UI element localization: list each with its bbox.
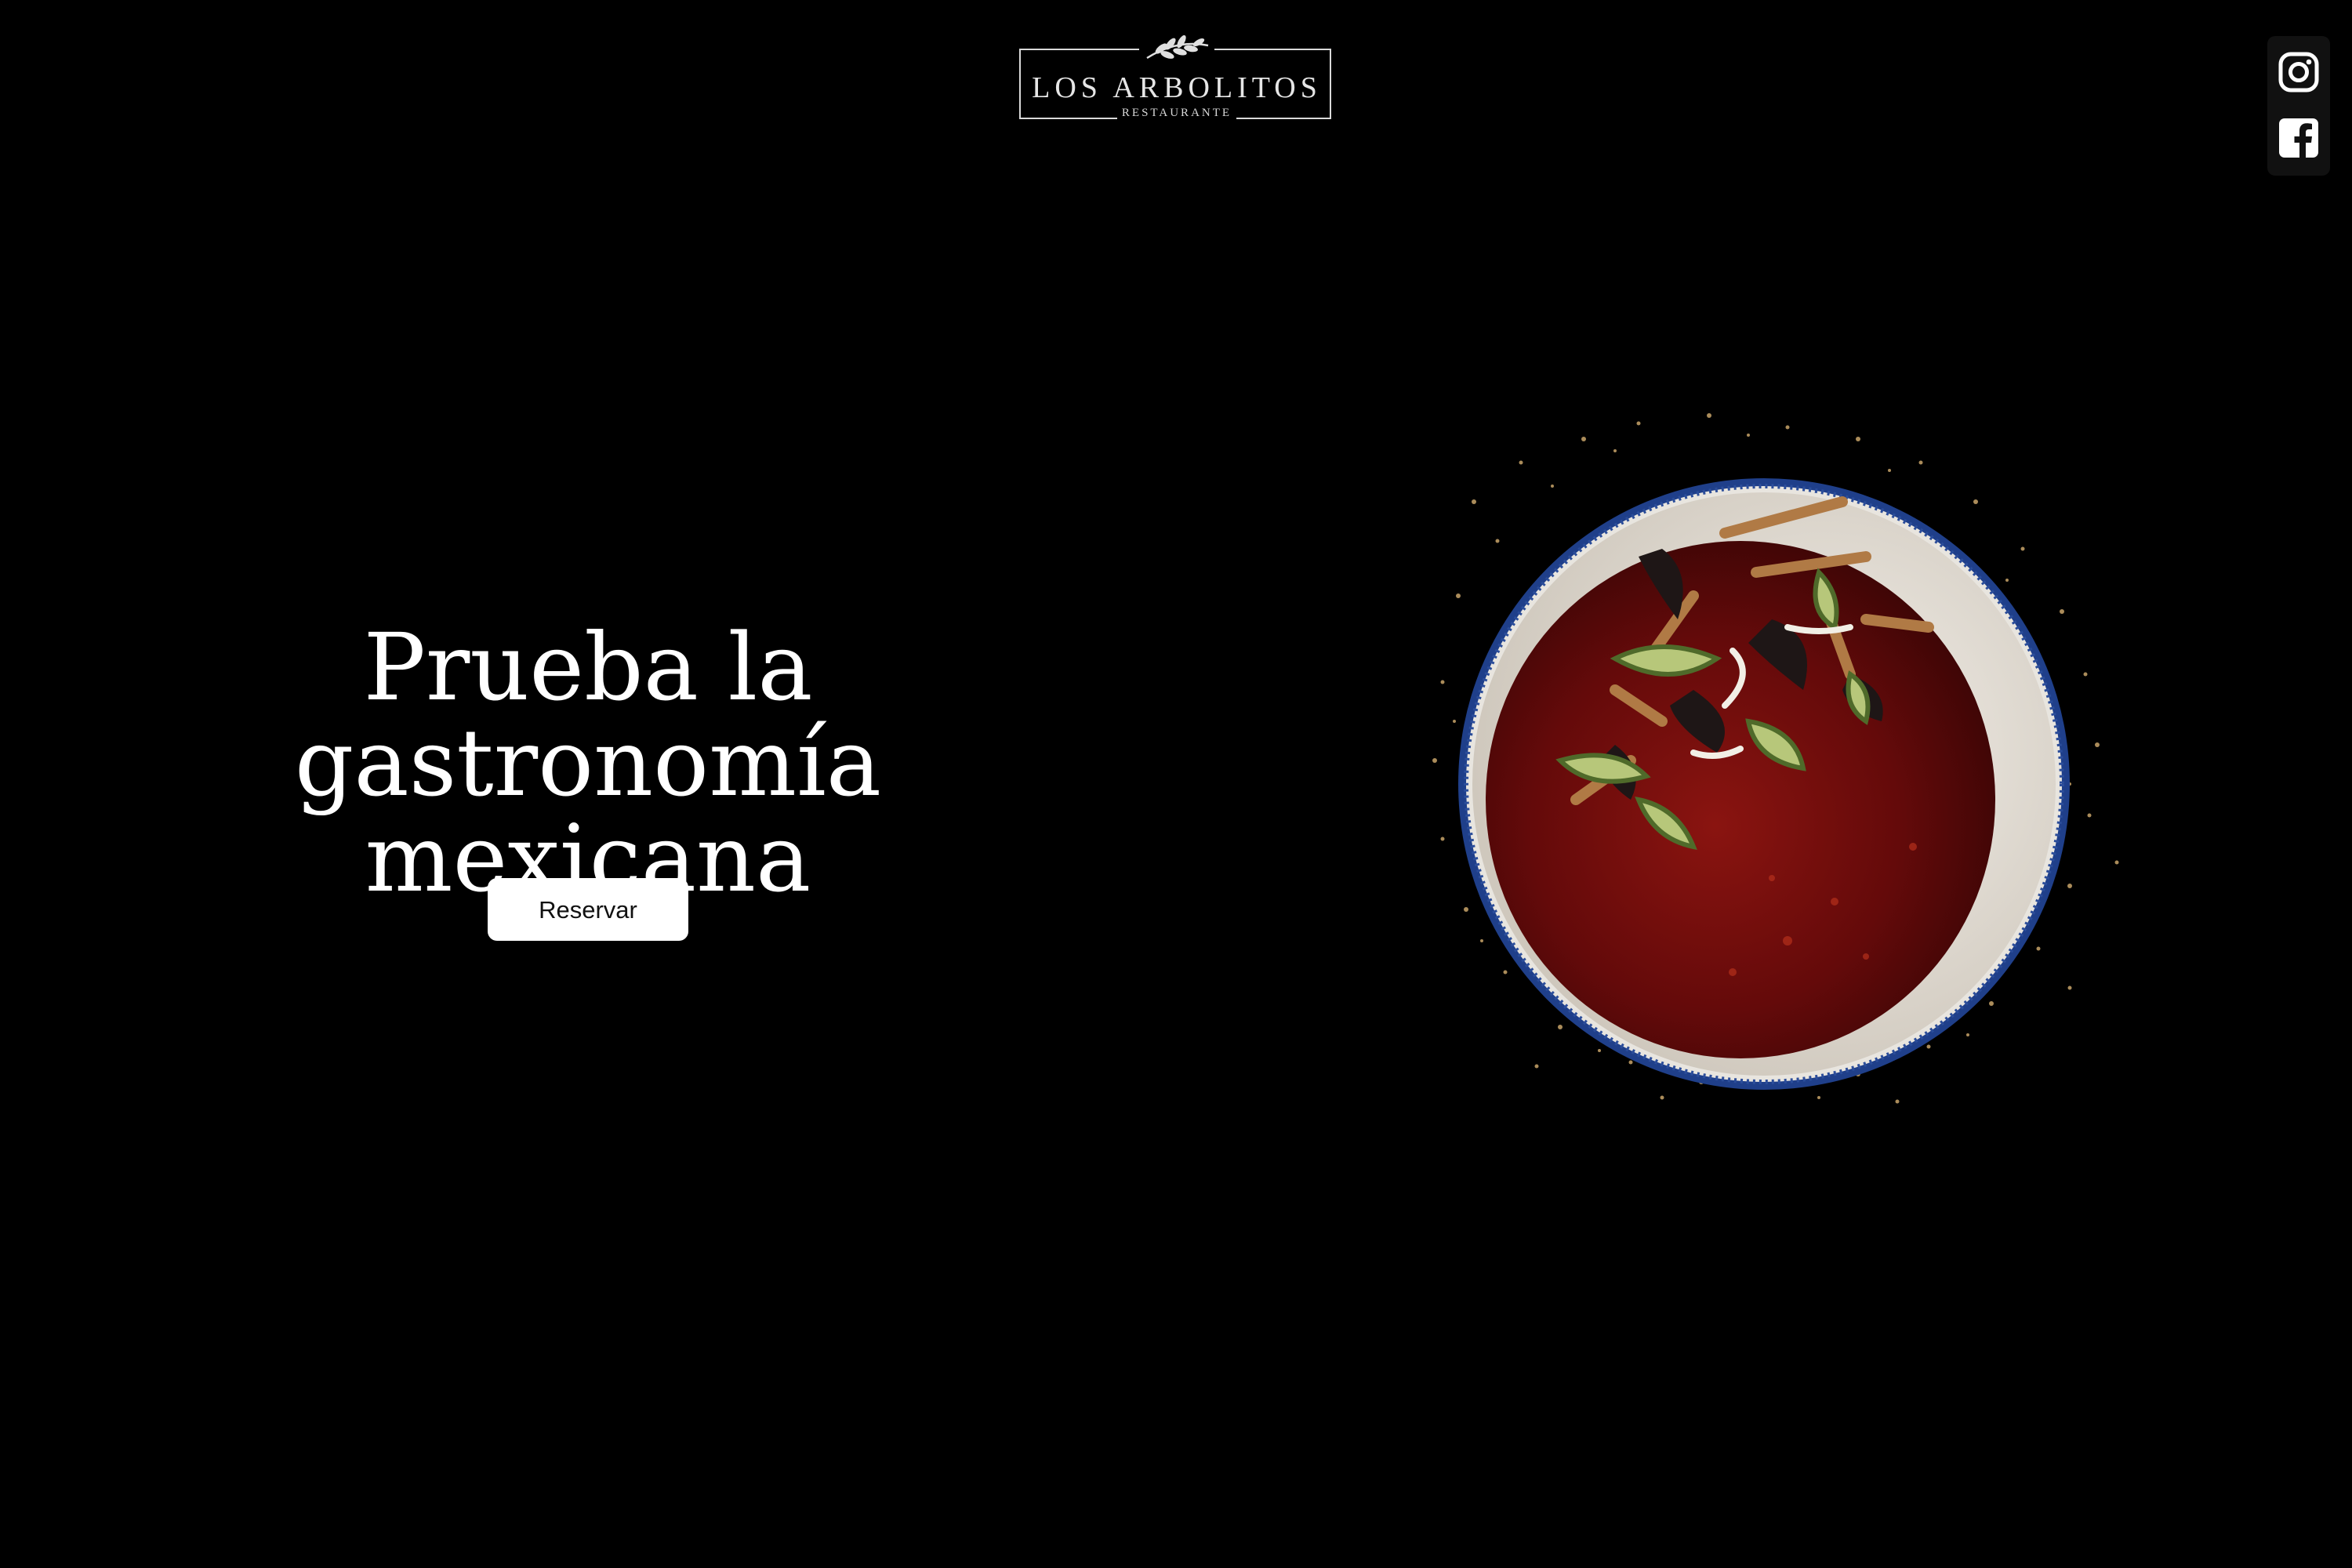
- instagram-icon[interactable]: [2278, 52, 2319, 93]
- logo-name: LOS ARBOLITOS: [1032, 71, 1322, 104]
- reserve-button[interactable]: Reservar: [488, 878, 688, 941]
- social-links: [2267, 36, 2330, 176]
- facebook-icon[interactable]: [2278, 118, 2319, 158]
- hero-title: Prueba la gastronomía mexicana: [294, 613, 882, 913]
- olive-branch-icon: [1139, 31, 1214, 66]
- restaurant-logo[interactable]: LOS ARBOLITOS RESTAURANTE: [1019, 31, 1334, 125]
- tortilla-soup-image: [1380, 392, 2148, 1160]
- logo-subtitle: RESTAURANTE: [1019, 107, 1334, 120]
